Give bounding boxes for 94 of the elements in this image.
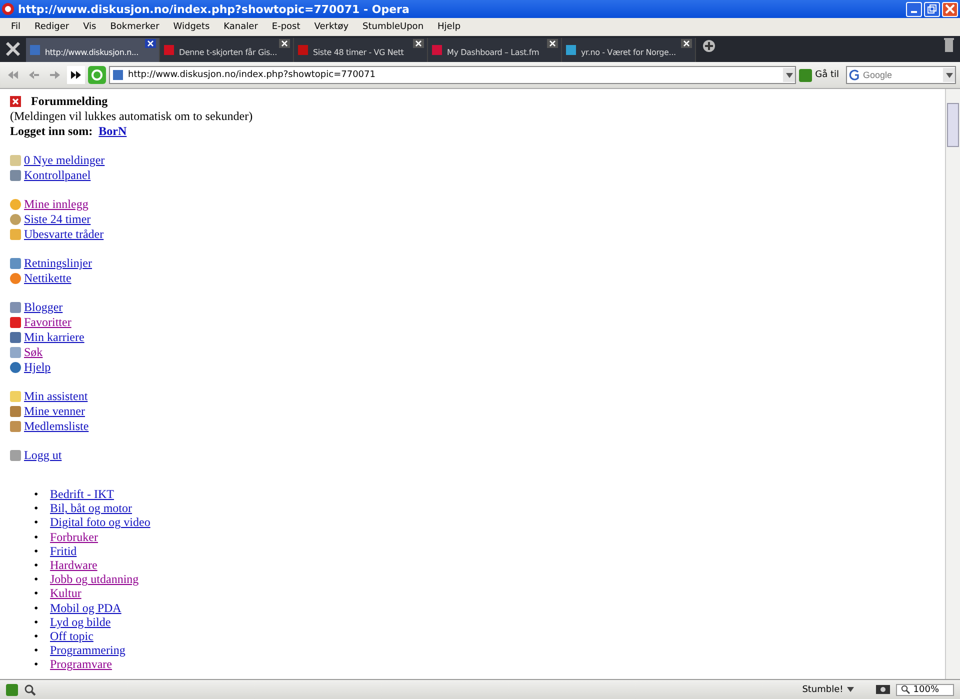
go-button[interactable]: Gå til xyxy=(815,70,839,80)
forum-link[interactable]: Off topic xyxy=(50,629,94,644)
address-field[interactable]: http://www.diskusjon.no/index.php?showtopic=770071 xyxy=(109,66,796,84)
menu-item[interactable]: E-post xyxy=(264,22,308,32)
scrollbar[interactable] xyxy=(945,89,960,679)
dropdown-icon[interactable] xyxy=(783,68,796,82)
menu-item[interactable]: Vis xyxy=(76,22,104,32)
forum-link[interactable]: Bil, båt og motor xyxy=(50,501,132,516)
bullet: • xyxy=(34,643,40,658)
close-tab-icon[interactable] xyxy=(413,39,424,48)
bullet: • xyxy=(34,487,40,502)
nav-link[interactable]: Mine venner xyxy=(21,404,85,419)
close-button[interactable] xyxy=(942,2,958,16)
restore-button[interactable] xyxy=(924,2,940,16)
minimize-icon xyxy=(911,11,917,13)
bullet: • xyxy=(34,544,40,558)
forum-link[interactable]: Digital foto og video xyxy=(50,515,150,530)
menu-item[interactable]: Fil xyxy=(4,22,28,32)
forum-link[interactable]: Lyd og bilde xyxy=(50,614,111,630)
bullet: • xyxy=(34,501,40,516)
username-link[interactable]: BorN xyxy=(96,124,127,138)
search-engine-icon xyxy=(847,69,861,81)
camera-icon[interactable] xyxy=(876,682,890,696)
forum-link[interactable]: Kultur xyxy=(50,586,82,601)
favicon-icon xyxy=(432,45,442,55)
browser-tab[interactable]: Denne t-skjorten får Gis... xyxy=(160,38,294,62)
zoom-icon xyxy=(901,685,910,694)
fast-forward-icon[interactable] xyxy=(67,66,85,84)
nav-link[interactable]: Min assistent xyxy=(21,389,88,404)
nav-link[interactable]: Hjelp xyxy=(21,360,51,375)
forum-link[interactable]: Programmering xyxy=(50,643,126,658)
favicon-icon xyxy=(298,45,308,55)
notice-title: Forummelding xyxy=(31,94,108,109)
close-tab-icon[interactable] xyxy=(145,39,156,48)
bullet: • xyxy=(34,558,40,572)
menu-item[interactable]: Bokmerker xyxy=(103,22,166,32)
browser-tab[interactable]: http://www.diskusjon.n... xyxy=(26,38,160,62)
forum-link[interactable]: Mobil og PDA xyxy=(50,600,122,615)
forum-link[interactable]: Forbruker xyxy=(50,530,98,544)
bullet: • xyxy=(34,530,40,544)
favicon-icon xyxy=(566,45,576,55)
bullet: • xyxy=(34,515,40,530)
browser-tab[interactable]: Siste 48 timer - VG Nett xyxy=(294,38,428,62)
close-tab-icon[interactable] xyxy=(547,39,558,48)
nav-link[interactable]: Favoritter xyxy=(21,315,72,330)
menu-item[interactable]: Kanaler xyxy=(216,22,265,32)
close-icon xyxy=(945,4,955,14)
logged-in-label: Logget inn som: xyxy=(10,124,93,138)
nav-link[interactable]: Søk xyxy=(21,345,43,360)
bullet: • xyxy=(34,600,40,615)
nav-link[interactable]: 0 Nye meldinger xyxy=(21,153,105,168)
nav-link[interactable]: Ubesvarte tråder xyxy=(21,227,104,242)
bullet: • xyxy=(34,572,40,586)
nav-link[interactable]: Retningslinjer xyxy=(21,256,92,271)
menu-item[interactable]: StumbleUpon xyxy=(356,22,431,32)
nav-link[interactable]: Mine innlegg xyxy=(21,197,88,212)
bullet: • xyxy=(34,657,40,672)
nav-link[interactable]: Medlemsliste xyxy=(21,419,89,434)
notice-message: (Meldingen vil lukkes automatisk om to sekunder) xyxy=(10,109,254,124)
zoom-field[interactable]: 100% xyxy=(896,684,954,696)
close-tab-icon[interactable] xyxy=(681,39,692,48)
nav-link[interactable]: Min karriere xyxy=(21,330,84,345)
search-box[interactable]: Google xyxy=(846,66,956,84)
minimize-button[interactable] xyxy=(906,2,922,16)
forum-link[interactable]: Jobb og utdanning xyxy=(50,572,139,586)
close-notice-icon[interactable] xyxy=(10,96,21,107)
nav-link[interactable]: Nettikette xyxy=(21,271,72,286)
restore-icon xyxy=(927,4,937,14)
bullet: • xyxy=(34,629,40,644)
nav-link[interactable]: Kontrollpanel xyxy=(21,168,91,183)
forum-link[interactable]: Hardware xyxy=(50,558,98,572)
close-tab-icon[interactable] xyxy=(279,39,290,48)
nav-link[interactable]: Siste 24 timer xyxy=(21,212,91,227)
favicon-icon xyxy=(164,45,174,55)
bullet: • xyxy=(34,614,40,630)
dropdown-icon[interactable] xyxy=(943,68,955,82)
menu-item[interactable]: Verktøy xyxy=(307,22,356,32)
browser-tab[interactable]: My Dashboard – Last.fm xyxy=(428,38,562,62)
browser-tab[interactable]: yr.no - Været for Norge... xyxy=(562,38,696,62)
forum-link[interactable]: Programvare xyxy=(50,657,112,672)
site-icon xyxy=(113,70,123,80)
menu-item[interactable]: Widgets xyxy=(166,22,217,32)
forum-link[interactable]: Bedrift - IKT xyxy=(50,487,114,502)
menu-item[interactable]: Hjelp xyxy=(430,22,468,32)
menu-item[interactable]: Rediger xyxy=(28,22,76,32)
forum-link[interactable]: Fritid xyxy=(50,544,77,558)
opera-icon xyxy=(2,3,14,15)
caret-icon[interactable] xyxy=(847,687,854,692)
stumble-button[interactable]: Stumble! xyxy=(802,684,844,694)
window-title: http://www.diskusjon.no/index.php?showtopic=770071 - Opera xyxy=(18,2,410,16)
bullet: • xyxy=(34,586,40,601)
nav-link[interactable]: Blogger xyxy=(21,300,63,315)
nav-link[interactable]: Logg ut xyxy=(21,448,62,463)
favicon-icon xyxy=(30,45,40,55)
